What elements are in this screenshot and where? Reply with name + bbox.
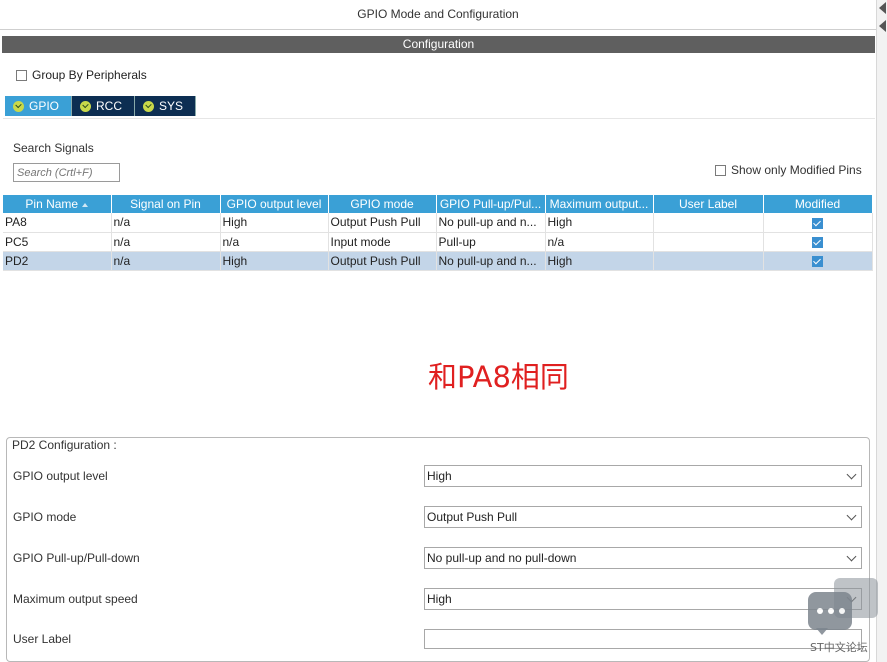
config-row-speed: Maximum output speed High xyxy=(13,588,863,610)
tab-label: SYS xyxy=(159,99,184,113)
config-label: User Label xyxy=(13,632,72,646)
tab-gpio[interactable]: GPIO xyxy=(5,96,73,116)
column-header-label: Pin Name xyxy=(25,197,79,211)
select-value: High xyxy=(427,469,452,483)
column-header-pin-name[interactable]: Pin Name xyxy=(3,195,112,213)
show-modified-checkbox[interactable] xyxy=(715,164,726,176)
check-circle-icon xyxy=(80,100,92,112)
config-row-output-level: GPIO output level High xyxy=(13,465,863,487)
tab-sys[interactable]: SYS xyxy=(135,96,197,116)
check-circle-icon xyxy=(143,100,155,112)
config-label: GPIO Pull-up/Pull-down xyxy=(13,551,140,565)
max-speed-select[interactable]: High xyxy=(424,588,862,610)
column-header-modified[interactable]: Modified xyxy=(763,195,873,213)
right-scrollbar[interactable] xyxy=(876,0,887,662)
column-header-gpio-mode[interactable]: GPIO mode xyxy=(328,195,437,213)
group-by-checkbox[interactable] xyxy=(16,69,27,81)
cell-signal: n/a xyxy=(111,251,221,271)
cell-user-label xyxy=(653,251,764,271)
column-header-output-level[interactable]: GPIO output level xyxy=(220,195,329,213)
check-circle-icon xyxy=(13,100,24,112)
select-value: Output Push Pull xyxy=(427,510,518,524)
cell-signal: n/a xyxy=(111,232,221,252)
column-header-user-label[interactable]: User Label xyxy=(653,195,764,213)
cell-level: High xyxy=(220,251,329,271)
modified-checkbox[interactable] xyxy=(812,236,823,248)
cell-level: High xyxy=(220,213,329,233)
cell-user-label xyxy=(653,213,764,233)
table-row-selected[interactable]: PD2 n/a High Output Push Pull No pull-up… xyxy=(3,251,873,271)
search-signals-label: Search Signals xyxy=(13,141,94,155)
config-label: GPIO mode xyxy=(13,510,77,524)
cell-level: n/a xyxy=(220,232,329,252)
collapse-arrow-icon-2[interactable] xyxy=(879,20,886,32)
tab-rcc[interactable]: RCC xyxy=(72,96,136,116)
red-annotation: 和PA8相同 xyxy=(428,360,569,394)
config-row-user-label: User Label xyxy=(13,628,863,650)
cell-modified xyxy=(763,213,873,233)
pd2-configuration-legend: PD2 Configuration : xyxy=(11,438,120,452)
chevron-down-icon xyxy=(846,469,857,480)
group-by-peripherals-option[interactable]: Group By Peripherals xyxy=(16,68,147,82)
tab-label: RCC xyxy=(96,99,123,113)
cell-mode: Output Push Pull xyxy=(328,251,437,271)
cell-modified xyxy=(763,251,873,271)
cell-pull: Pull-up xyxy=(436,232,546,252)
cell-pin: PC5 xyxy=(3,232,112,252)
config-label: GPIO output level xyxy=(13,469,108,483)
output-level-select[interactable]: High xyxy=(424,465,862,487)
modified-checkbox[interactable] xyxy=(812,255,823,267)
cell-speed: n/a xyxy=(545,232,654,252)
chat-bubble-icon xyxy=(808,592,852,630)
cell-pull: No pull-up and n... xyxy=(436,251,546,271)
pull-select[interactable]: No pull-up and no pull-down xyxy=(424,547,862,569)
watermark-text: ST中文论坛 xyxy=(810,641,868,654)
chat-bubble-tail xyxy=(816,628,828,635)
collapse-arrow-icon[interactable] xyxy=(879,2,886,14)
forum-watermark: ST中文论坛 xyxy=(806,578,880,658)
cell-modified xyxy=(763,232,873,252)
cell-mode: Input mode xyxy=(328,232,437,252)
cell-pull: No pull-up and n... xyxy=(436,213,546,233)
modified-checkbox[interactable] xyxy=(812,217,823,229)
column-header-max-speed[interactable]: Maximum output... xyxy=(545,195,654,213)
window-title: GPIO Mode and Configuration xyxy=(0,0,876,30)
cell-mode: Output Push Pull xyxy=(328,213,437,233)
table-header-row: Pin Name Signal on Pin GPIO output level… xyxy=(3,195,873,213)
configuration-header: Configuration xyxy=(2,36,875,53)
config-row-pull: GPIO Pull-up/Pull-down No pull-up and no… xyxy=(13,547,863,569)
cell-pin: PD2 xyxy=(3,251,112,271)
user-label-input[interactable] xyxy=(424,629,862,649)
cell-pin: PA8 xyxy=(3,213,112,233)
group-by-label: Group By Peripherals xyxy=(32,68,147,82)
show-modified-option[interactable]: Show only Modified Pins xyxy=(715,163,862,177)
cell-speed: High xyxy=(545,251,654,271)
peripheral-tabs: GPIO RCC SYS xyxy=(5,96,197,116)
select-value: No pull-up and no pull-down xyxy=(427,551,577,565)
search-input[interactable] xyxy=(13,163,120,182)
cell-signal: n/a xyxy=(111,213,221,233)
pin-table: Pin Name Signal on Pin GPIO output level… xyxy=(3,195,873,271)
config-row-gpio-mode: GPIO mode Output Push Pull xyxy=(13,506,863,528)
select-value: High xyxy=(427,592,452,606)
table-row[interactable]: PC5 n/a n/a Input mode Pull-up n/a xyxy=(3,232,873,252)
config-label: Maximum output speed xyxy=(13,592,138,606)
chevron-down-icon xyxy=(846,510,857,521)
show-modified-label: Show only Modified Pins xyxy=(731,163,862,177)
chevron-down-icon xyxy=(846,551,857,562)
cell-speed: High xyxy=(545,213,654,233)
table-row[interactable]: PA8 n/a High Output Push Pull No pull-up… xyxy=(3,213,873,233)
column-header-signal[interactable]: Signal on Pin xyxy=(111,195,221,213)
sort-up-icon xyxy=(82,202,89,207)
tab-label: GPIO xyxy=(29,99,60,113)
cell-user-label xyxy=(653,232,764,252)
gpio-mode-select[interactable]: Output Push Pull xyxy=(424,506,862,528)
column-header-pull[interactable]: GPIO Pull-up/Pul... xyxy=(436,195,546,213)
